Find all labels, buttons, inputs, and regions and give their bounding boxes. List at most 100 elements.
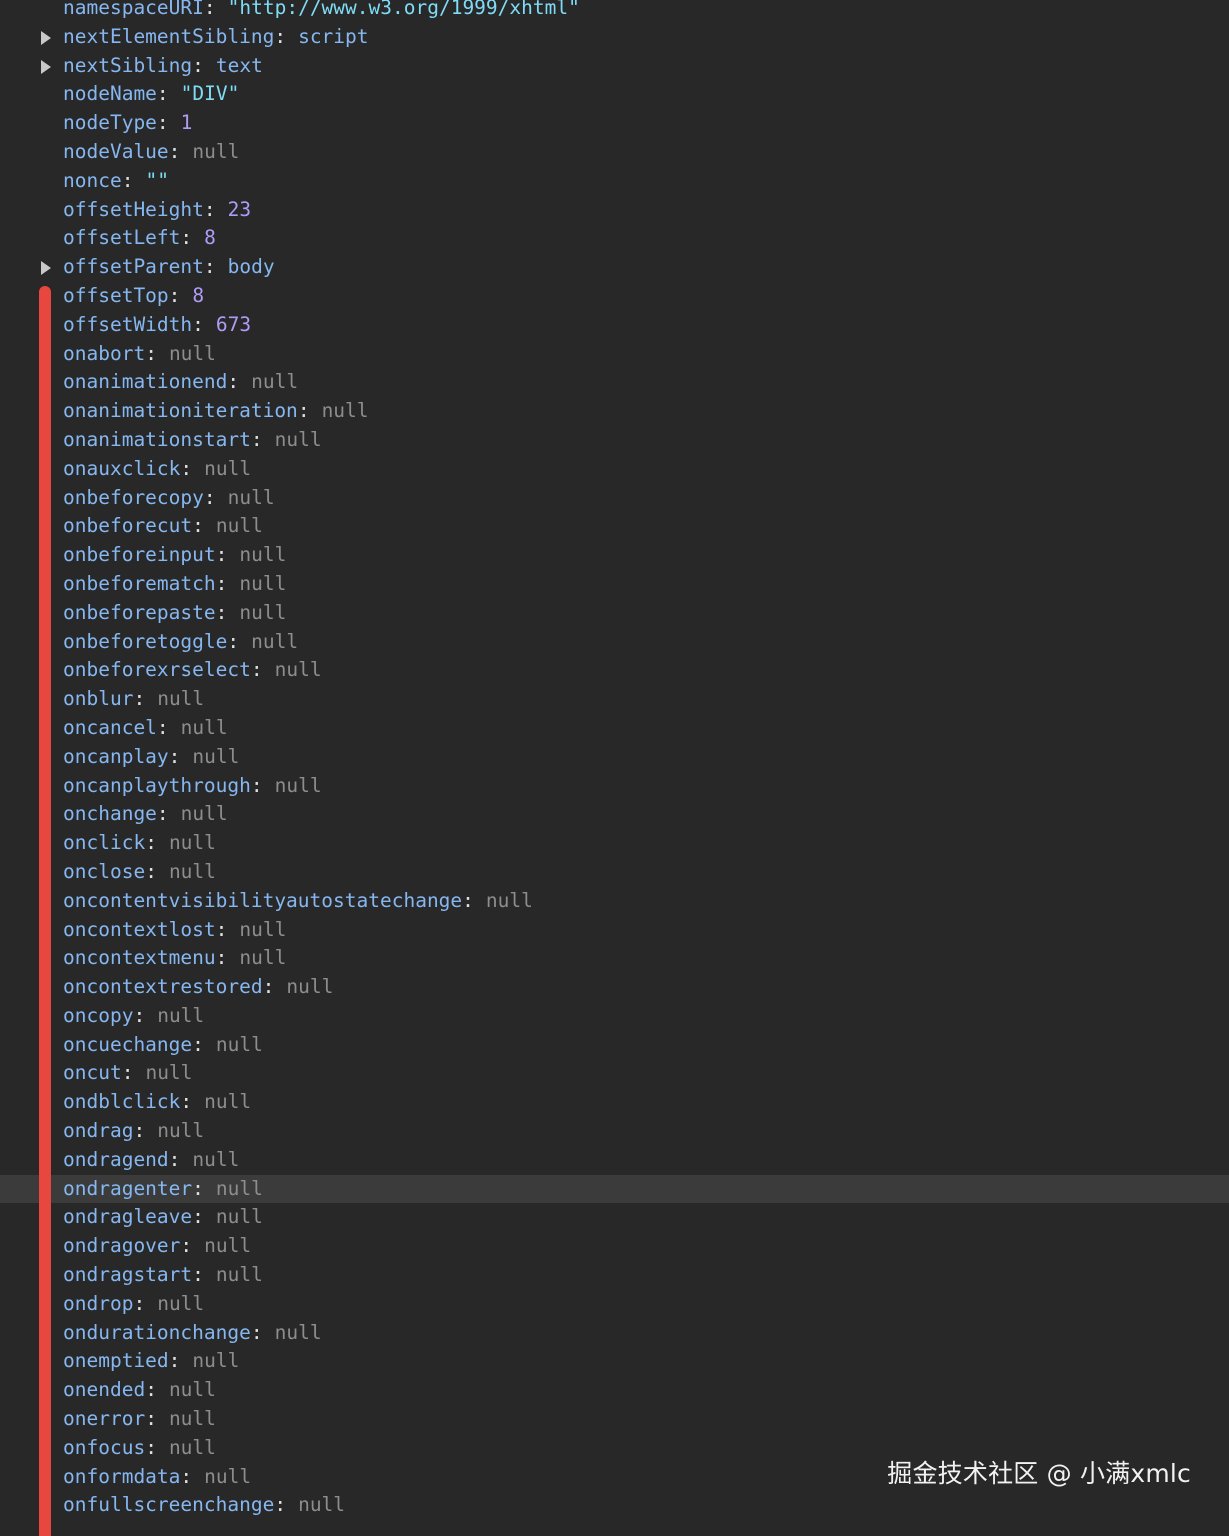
property-row-oncuechange[interactable]: oncuechange: null [0,1031,1229,1060]
property-row-oncontentvisibilityautostatechange[interactable]: oncontentvisibilityautostatechange: null [0,887,1229,916]
property-value: null [180,715,228,739]
property-row-onclick[interactable]: onclick: null [0,829,1229,858]
property-content: onerror: null [63,1405,216,1434]
property-row-oncancel[interactable]: oncancel: null [0,714,1229,743]
property-row-nodeType[interactable]: nodeType: 1 [0,109,1229,138]
property-content: offsetWidth: 673 [63,311,251,340]
property-key: offsetHeight [63,197,204,221]
property-row-onbeforepaste[interactable]: onbeforepaste: null [0,599,1229,628]
property-row-ondragleave[interactable]: ondragleave: null [0,1203,1229,1232]
property-row-ondragstart[interactable]: ondragstart: null [0,1261,1229,1290]
property-colon: : [121,1061,134,1085]
property-colon: : [133,1119,146,1143]
property-row-onanimationiteration[interactable]: onanimationiteration: null [0,397,1229,426]
property-row-onbeforecut[interactable]: onbeforecut: null [0,512,1229,541]
property-value: null [204,1464,252,1488]
property-row-onclose[interactable]: onclose: null [0,858,1229,887]
property-content: nonce: "" [63,167,169,196]
property-value: null [168,1435,216,1459]
console-property-list: namespaceURI: "http://www.w3.org/1999/xht… [0,0,1229,1520]
property-value: null [192,744,240,768]
expand-arrow-icon[interactable] [41,59,51,74]
property-content: nodeValue: null [63,138,239,167]
property-row-onbeforexrselect[interactable]: onbeforexrselect: null [0,656,1229,685]
property-row-oncopy[interactable]: oncopy: null [0,1002,1229,1031]
property-value: null [204,456,252,480]
property-colon: : [227,629,240,653]
property-row-onabort[interactable]: onabort: null [0,340,1229,369]
property-value: null [157,1119,205,1143]
property-key: ondrag [63,1119,134,1143]
property-row-onauxclick[interactable]: onauxclick: null [0,455,1229,484]
property-colon: : [215,543,228,567]
property-content: offsetParent: body [63,253,275,282]
property-key: nextSibling [63,53,193,77]
property-content: offsetHeight: 23 [63,196,251,225]
property-content: nodeType: 1 [63,109,192,138]
property-row-ondragenter[interactable]: ondragenter: null [0,1174,1229,1204]
property-row-offsetWidth[interactable]: offsetWidth: 673 [0,311,1229,340]
property-row-offsetParent[interactable]: offsetParent: body [0,253,1229,282]
property-row-oncontextrestored[interactable]: oncontextrestored: null [0,973,1229,1002]
property-key: offsetTop [63,283,169,307]
property-row-ondragend[interactable]: ondragend: null [0,1146,1229,1175]
property-row-onbeforecopy[interactable]: onbeforecopy: null [0,484,1229,513]
property-content: onformdata: null [63,1463,251,1492]
property-content: oncontextrestored: null [63,973,333,1002]
property-value: null [157,1291,205,1315]
property-row-oncontextlost[interactable]: oncontextlost: null [0,916,1229,945]
property-content: ondrop: null [63,1290,204,1319]
expand-arrow-icon[interactable] [41,261,51,276]
property-key: ondrop [63,1291,134,1315]
property-row-onemptied[interactable]: onemptied: null [0,1347,1229,1376]
property-row-ondurationchange[interactable]: ondurationchange: null [0,1319,1229,1348]
property-row-nodeValue[interactable]: nodeValue: null [0,138,1229,167]
property-row-offsetHeight[interactable]: offsetHeight: 23 [0,196,1229,225]
property-colon: : [168,283,181,307]
property-row-onbeforeinput[interactable]: onbeforeinput: null [0,541,1229,570]
property-colon: : [215,600,228,624]
property-row-offsetLeft[interactable]: offsetLeft: 8 [0,224,1229,253]
property-row-onanimationstart[interactable]: onanimationstart: null [0,426,1229,455]
property-key: nodeName [63,82,157,106]
property-row-ondrop[interactable]: ondrop: null [0,1290,1229,1319]
property-row-nextSibling[interactable]: nextSibling: text [0,52,1229,81]
property-row-onanimationend[interactable]: onanimationend: null [0,368,1229,397]
property-row-onchange[interactable]: onchange: null [0,800,1229,829]
property-row-onfullscreenchange[interactable]: onfullscreenchange: null [0,1491,1229,1520]
property-row-onbeforetoggle[interactable]: onbeforetoggle: null [0,628,1229,657]
property-colon: : [192,1032,204,1056]
property-row-nodeName[interactable]: nodeName: "DIV" [0,80,1229,109]
property-row-onblur[interactable]: onblur: null [0,685,1229,714]
property-content: namespaceURI: "http://www.w3.org/1999/xht… [63,0,580,23]
property-row-ondragover[interactable]: ondragover: null [0,1232,1229,1261]
property-row-onbeforematch[interactable]: onbeforematch: null [0,570,1229,599]
property-row-offsetTop[interactable]: offsetTop: 8 [0,282,1229,311]
property-row-onerror[interactable]: onerror: null [0,1405,1229,1434]
property-row-oncut[interactable]: oncut: null [0,1059,1229,1088]
property-colon: : [215,946,228,970]
property-value: null [251,629,299,653]
property-content: onauxclick: null [63,455,251,484]
property-row-namespaceURI[interactable]: namespaceURI: "http://www.w3.org/1999/xht… [0,0,1229,23]
property-row-onended[interactable]: onended: null [0,1376,1229,1405]
property-key: onerror [63,1407,146,1431]
property-content: onbeforematch: null [63,570,286,599]
property-value: null [215,1205,263,1229]
property-row-ondblclick[interactable]: ondblclick: null [0,1088,1229,1117]
selection-bar [39,286,51,1536]
property-row-oncanplaythrough[interactable]: oncanplaythrough: null [0,772,1229,801]
property-colon: : [145,859,157,883]
property-row-oncontextmenu[interactable]: oncontextmenu: null [0,944,1229,973]
property-row-ondrag[interactable]: ondrag: null [0,1117,1229,1146]
property-row-nextElementSibling[interactable]: nextElementSibling: script [0,23,1229,52]
property-key: onbeforexrselect [63,658,251,682]
property-content: ondragleave: null [63,1203,263,1232]
property-key: onbeforecut [63,514,193,538]
property-content: oncontextmenu: null [63,944,286,973]
property-row-oncanplay[interactable]: oncanplay: null [0,743,1229,772]
expand-arrow-icon[interactable] [41,30,51,45]
property-value: script [298,24,369,48]
property-row-nonce[interactable]: nonce: "" [0,167,1229,196]
property-key: oncanplaythrough [63,773,251,797]
